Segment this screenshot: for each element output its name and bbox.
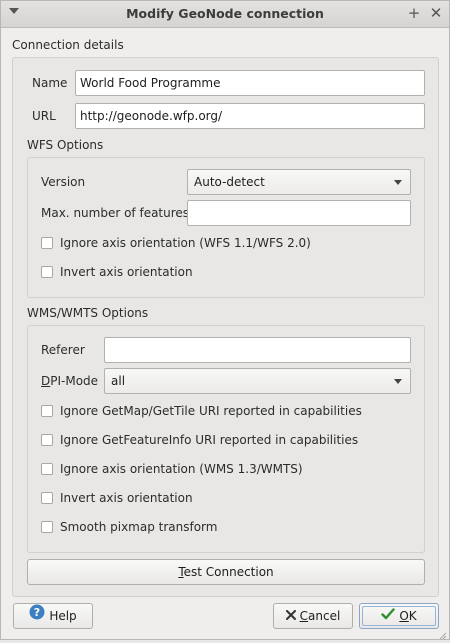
help-label: Help [49, 609, 77, 623]
connection-details-title: Connection details [12, 38, 124, 52]
dpi-mode-label-text: PI-Mode [50, 374, 99, 388]
modify-geonode-connection-dialog: Modify GeoNode connection + ✕ Connection… [0, 0, 450, 640]
smooth-pixmap-label: Smooth pixmap transform [60, 520, 218, 534]
wfs-version-label: Version [41, 175, 86, 189]
chevron-down-icon [394, 379, 402, 384]
chevron-down-icon [394, 180, 402, 185]
cancel-mnemonic: C [299, 609, 309, 623]
ignore-getmap-checkbox[interactable] [41, 405, 53, 417]
dpi-mode-value: all [111, 374, 126, 388]
cancel-label: ancel [308, 609, 341, 623]
close-icon[interactable]: ✕ [427, 4, 445, 22]
wfs-invert-axis-checkbox[interactable] [41, 266, 53, 278]
title-bar: Modify GeoNode connection + ✕ [1, 1, 449, 28]
window-title: Modify GeoNode connection [126, 6, 324, 21]
wfs-invert-axis-label: Invert axis orientation [60, 265, 193, 279]
svg-text:?: ? [34, 606, 40, 619]
test-connection-label: est Connection [183, 565, 274, 579]
url-field[interactable]: http://geonode.wfp.org/ [75, 103, 425, 129]
maximize-icon[interactable]: + [405, 4, 423, 22]
wms-invert-axis-checkbox[interactable] [41, 492, 53, 504]
wfs-ignore-axis-label: Ignore axis orientation (WFS 1.1/WFS 2.0… [60, 236, 311, 250]
referer-label: Referer [41, 343, 85, 357]
wfs-version-value: Auto-detect [194, 175, 265, 189]
name-label: Name [32, 76, 68, 90]
x-icon [285, 604, 296, 628]
max-features-field[interactable] [187, 200, 411, 226]
wfs-ignore-axis-checkbox[interactable] [41, 237, 53, 249]
cancel-button[interactable]: Cancel [273, 603, 353, 629]
ok-button[interactable]: OK [359, 603, 439, 629]
ignore-getfeatureinfo-label: Ignore GetFeatureInfo URI reported in ca… [60, 433, 359, 447]
wfs-options-title: WFS Options [27, 138, 104, 152]
max-features-label: Max. number of features [41, 206, 190, 220]
wms-ignore-axis-checkbox[interactable] [41, 463, 53, 475]
help-button[interactable]: ? Help [13, 603, 93, 629]
wms-options-title: WMS/WMTS Options [27, 306, 149, 320]
ignore-getfeatureinfo-checkbox[interactable] [41, 434, 53, 446]
resize-grip-icon[interactable] [439, 629, 447, 640]
smooth-pixmap-checkbox[interactable] [41, 521, 53, 533]
referer-field[interactable] [104, 337, 411, 363]
help-circle-icon: ? [29, 604, 45, 628]
name-field[interactable]: World Food Programme [75, 70, 425, 96]
ok-label: K [408, 609, 417, 623]
test-connection-button[interactable]: Test Connection [27, 559, 425, 585]
dpi-mode-select[interactable]: all [104, 368, 411, 394]
ok-mnemonic: O [399, 609, 409, 623]
dpi-mode-label: DPI-Mode [41, 374, 98, 388]
dpi-mode-mnemonic: D [41, 374, 51, 388]
wms-invert-axis-label: Invert axis orientation [60, 491, 193, 505]
url-label: URL [32, 109, 56, 123]
wfs-version-select[interactable]: Auto-detect [187, 169, 411, 195]
wms-ignore-axis-label: Ignore axis orientation (WMS 1.3/WMTS) [60, 462, 303, 476]
check-icon [381, 604, 396, 628]
ignore-getmap-label: Ignore GetMap/GetTile URI reported in ca… [60, 404, 362, 418]
